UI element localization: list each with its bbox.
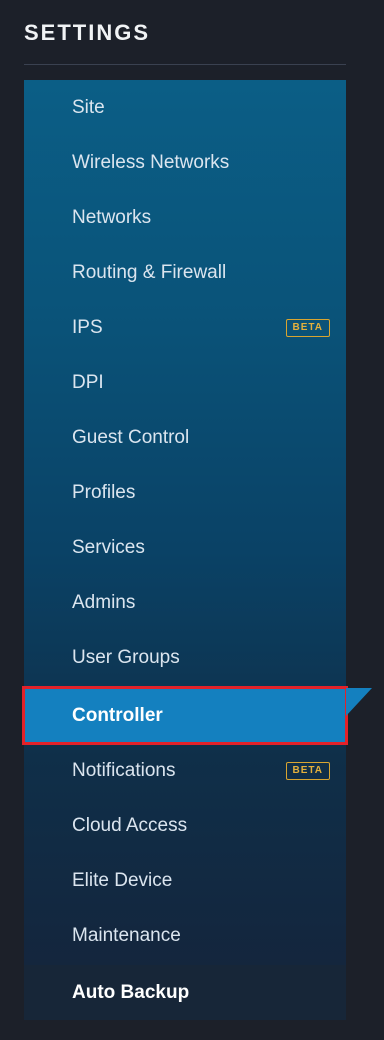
settings-menu: Site Wireless Networks Networks Routing … [22,80,372,1020]
menu-item-label: Site [72,96,105,118]
menu-item-elite-device[interactable]: Elite Device [24,853,346,908]
menu-item-label: DPI [72,371,104,393]
beta-badge: BETA [285,318,330,337]
menu-item-guest-control[interactable]: Guest Control [24,410,346,465]
menu-item-label: Routing & Firewall [72,261,227,283]
menu-item-profiles[interactable]: Profiles [24,465,346,520]
menu-item-label: User Groups [72,646,180,668]
menu-item-label: Cloud Access [72,814,188,836]
menu-item-label: Services [72,536,145,558]
menu-item-label: Auto Backup [72,981,190,1003]
menu-item-wireless-networks[interactable]: Wireless Networks [24,135,346,190]
menu-item-controller[interactable]: Controller [22,686,348,745]
menu-item-services[interactable]: Services [24,520,346,575]
menu-item-label: Maintenance [72,924,181,946]
menu-item-user-groups[interactable]: User Groups [24,630,346,685]
menu-item-dpi[interactable]: DPI [24,355,346,410]
menu-item-label: Admins [72,591,136,613]
menu-item-maintenance[interactable]: Maintenance [24,908,346,963]
beta-badge: BETA [285,761,330,780]
menu-item-routing-firewall[interactable]: Routing & Firewall [24,245,346,300]
menu-item-cloud-access[interactable]: Cloud Access [24,798,346,853]
menu-item-site[interactable]: Site [24,80,346,135]
menu-item-label: Profiles [72,481,136,503]
settings-title: SETTINGS [24,20,151,45]
menu-item-label: Controller [72,704,163,726]
menu-item-label: Wireless Networks [72,151,230,173]
menu-item-label: Guest Control [72,426,190,448]
active-pointer-icon [346,688,372,716]
menu-item-networks[interactable]: Networks [24,190,346,245]
menu-item-label: IPS [72,316,103,338]
menu-item-label: Notifications [72,759,176,781]
settings-panel: SETTINGS Site Wireless Networks Networks… [0,0,384,1040]
menu-item-notifications[interactable]: Notifications BETA [24,743,346,798]
menu-item-auto-backup[interactable]: Auto Backup [24,965,346,1020]
menu-item-ips[interactable]: IPS BETA [24,300,346,355]
menu-item-admins[interactable]: Admins [24,575,346,630]
title-divider [24,64,346,65]
menu-item-label: Networks [72,206,152,228]
menu-item-label: Elite Device [72,869,173,891]
